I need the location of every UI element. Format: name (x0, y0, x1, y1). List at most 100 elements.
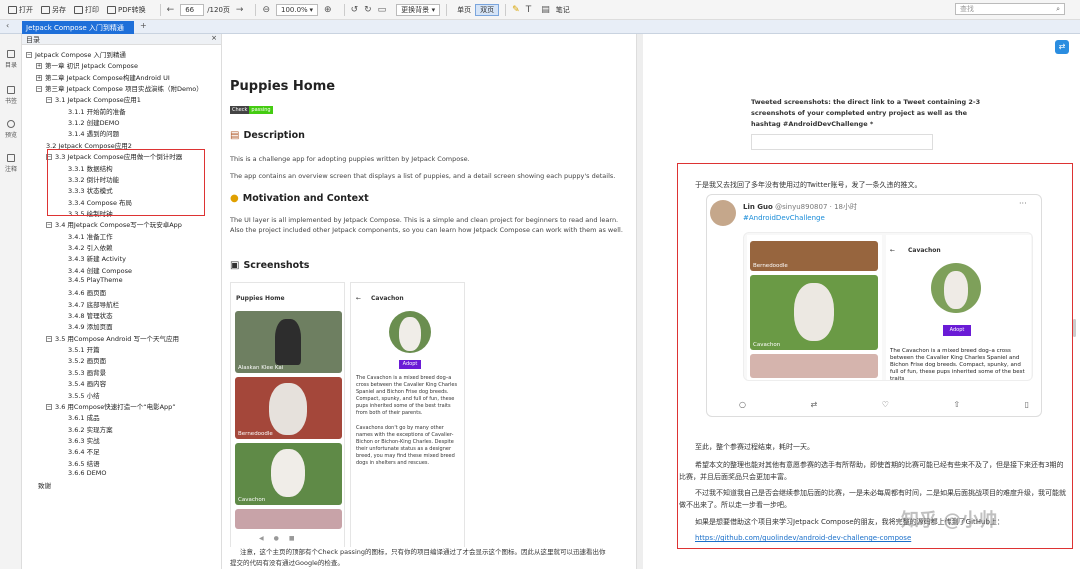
toc-item[interactable]: 3.1.4 遇到的问题 (68, 128, 119, 138)
tweet-shot-list: Bernedoodle Cavachon (747, 235, 882, 380)
zoom-in-icon[interactable]: ⊕ (324, 5, 332, 15)
toc-item[interactable]: 3.1.1 开始前的准备 (68, 106, 126, 116)
chevron-down-icon: ▾ (309, 5, 314, 14)
toc-item[interactable]: 3.6.4 不足 (68, 446, 100, 456)
toc-item[interactable]: 3.6.6 DEMO (68, 469, 106, 477)
print-button[interactable]: 打印 (74, 5, 99, 15)
share-icon[interactable]: ⇧ (953, 400, 960, 409)
collapse-icon[interactable]: − (46, 403, 52, 410)
toc-item[interactable]: 致谢 (38, 480, 51, 490)
toc-item[interactable]: 3.4.3 新建 Activity (68, 253, 126, 263)
toc-item-label: 致谢 (38, 482, 51, 491)
toc-item[interactable]: −3.6 用Compose快速打造一个“电影App” (46, 401, 176, 411)
tweet-hashtag[interactable]: #AndroidDevChallenge (743, 214, 825, 222)
toc-item[interactable]: −3.1 Jetpack Compose应用1 (46, 94, 141, 104)
prev-page-icon[interactable]: ← (167, 5, 175, 15)
reply-icon[interactable]: ○ (739, 400, 746, 409)
github-link[interactable]: https://github.com/guolindev/android-dev… (695, 532, 911, 544)
search-icon: ⌕ (1056, 4, 1060, 13)
collapse-icon[interactable]: − (36, 86, 42, 93)
background-select[interactable]: 更换背景 ▾ (396, 3, 441, 16)
toc-item[interactable]: 3.4.1 准备工作 (68, 231, 113, 241)
search-input[interactable]: 查找 ⌕ (955, 3, 1065, 15)
note-button[interactable]: 笔记 (556, 5, 570, 15)
new-tab-icon[interactable]: + (140, 21, 147, 30)
expand-icon[interactable]: + (36, 63, 42, 70)
collapse-icon[interactable]: − (46, 335, 52, 342)
toc-item[interactable]: 3.4.4 创建 Compose (68, 265, 132, 275)
dog-photo (269, 383, 307, 435)
toc-item[interactable]: 3.4.2 引入依赖 (68, 242, 113, 252)
page-title: Puppies Home (230, 79, 336, 94)
toc-item[interactable]: 3.5.4 画内容 (68, 378, 106, 388)
toc-item[interactable]: 3.1.2 创建DEMO (68, 117, 119, 127)
clapper-icon: ▣ (230, 260, 240, 271)
next-page-icon[interactable]: → (236, 5, 244, 15)
expand-icon[interactable]: + (36, 74, 42, 81)
close-icon[interactable]: × (211, 34, 217, 42)
collapse-icon[interactable]: − (46, 222, 52, 229)
scrollbar-thumb[interactable] (1073, 319, 1076, 337)
single-page-button[interactable]: 单页 (453, 4, 475, 16)
open-button[interactable]: 打开 (8, 5, 33, 15)
toc-item[interactable]: 3.4.6 画页面 (68, 287, 106, 297)
like-icon[interactable]: ♡ (882, 400, 889, 409)
toc-item[interactable]: 3.4.7 底部导航栏 (68, 299, 119, 309)
toc-item[interactable]: 3.5.2 画页面 (68, 355, 106, 365)
toc-item-label: 3.5 用Compose Android 写一个天气应用 (55, 334, 180, 343)
toc-item[interactable]: −3.4 用Jetpack Compose写一个玩安卓App (46, 219, 182, 229)
pdf-convert-button[interactable]: PDF转换 (107, 5, 146, 15)
dog-photo (271, 449, 305, 497)
zoom-out-icon[interactable]: ⊖ (262, 5, 270, 15)
save-as-button[interactable]: 另存 (41, 5, 66, 15)
pdf-icon (107, 5, 116, 14)
toc-item-label: 3.4.6 画页面 (68, 289, 107, 298)
fit-page-icon[interactable]: ▭ (378, 5, 387, 15)
toc-item[interactable]: 3.4.8 管理状态 (68, 310, 113, 320)
collapse-icon[interactable]: − (46, 97, 52, 104)
collapse-icon[interactable]: − (26, 52, 32, 58)
page-input[interactable]: 66 (180, 3, 205, 16)
toc-item-label: 3.1.4 遇到的问题 (68, 130, 120, 139)
highlight-icon[interactable]: ✎ (512, 5, 520, 15)
double-page-button[interactable]: 双页 (475, 3, 500, 16)
toc-item[interactable]: + 第二章 Jetpack Compose构建Android UI (36, 72, 170, 82)
toc-item[interactable]: 3.6.5 结语 (68, 458, 100, 468)
toc-item[interactable]: 3.6.3 实战 (68, 435, 100, 445)
bookmark-icon[interactable]: ▯ (1025, 400, 1029, 409)
rotate-left-icon[interactable]: ↺ (351, 5, 359, 15)
note-icon[interactable]: ▤ (541, 5, 550, 15)
toc-item[interactable]: − Jetpack Compose 入门到精通 (26, 49, 126, 59)
zoom-select[interactable]: 100.0% ▾ (276, 3, 319, 16)
tab-scroll-left-icon[interactable]: ‹ (6, 21, 9, 30)
translate-icon[interactable]: ⇄ (1055, 40, 1069, 54)
rail-preview[interactable]: 预览 (0, 120, 22, 139)
toc-item[interactable]: + 第一章 初识 Jetpack Compose (36, 60, 138, 70)
toc-item[interactable]: 3.4.5 PlayTheme (68, 276, 123, 284)
rail-bookmark[interactable]: 书签 (0, 86, 22, 105)
toc-item[interactable]: 3.6.1 成品 (68, 412, 100, 422)
toc-item[interactable]: 3.5.5 小结 (68, 390, 100, 400)
toc-item-label: 3.6.2 实现方案 (68, 425, 113, 434)
avatar (710, 200, 736, 226)
text-tool-icon[interactable]: T (526, 5, 532, 15)
back-arrow-icon: ← (356, 295, 362, 302)
motivation-heading: ● Motivation and Context (230, 193, 369, 204)
toc-item[interactable]: 3.5.3 画背景 (68, 367, 106, 377)
rail-toc[interactable]: 目录 (0, 50, 22, 69)
rail-note[interactable]: 注释 (0, 154, 22, 173)
submission-note: Tweeted screenshots: the direct link to … (751, 98, 981, 128)
dog-avatar (931, 263, 981, 313)
tab-document[interactable]: Jetpack Compose 入门到精通 (22, 21, 134, 34)
rotate-right-icon[interactable]: ↻ (364, 5, 372, 15)
retweet-icon[interactable]: ⇄ (810, 400, 817, 409)
toc-item[interactable]: −3.5 用Compose Android 写一个天气应用 (46, 333, 179, 343)
page-total: /120页 (207, 5, 230, 14)
toc-item[interactable]: 3.5.1 开篇 (68, 344, 100, 354)
toc-item[interactable]: − 第三章 Jetpack Compose 项目实战演练（附Demo） (36, 83, 203, 93)
toc-item[interactable]: 3.6.2 实现方案 (68, 424, 113, 434)
toc-item[interactable]: 3.4.9 添加页面 (68, 321, 113, 331)
more-icon[interactable]: ··· (1019, 199, 1027, 208)
printer-icon (74, 5, 83, 14)
phone-nav-bar: ◀●■ (259, 535, 305, 542)
